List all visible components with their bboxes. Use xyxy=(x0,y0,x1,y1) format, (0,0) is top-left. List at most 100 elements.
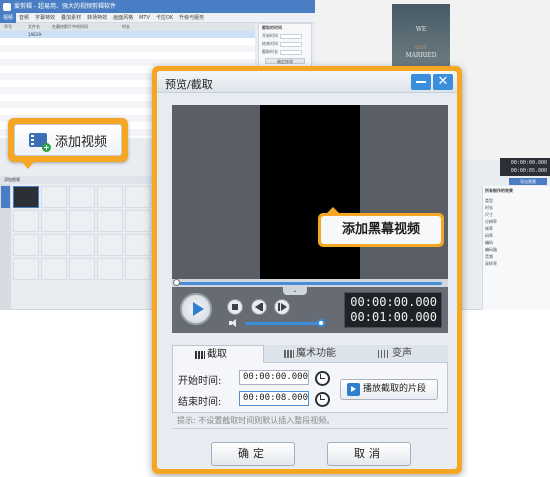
dialog-tabs: 截取 魔术功能 变声 xyxy=(172,345,448,363)
panel-start-field[interactable] xyxy=(280,33,302,39)
app-logo-icon xyxy=(3,2,11,11)
poster-text-married: MARRIED xyxy=(405,52,437,59)
thumbnail-item[interactable] xyxy=(125,210,151,232)
thumbnail-item[interactable] xyxy=(13,258,39,280)
video-preview-screen[interactable] xyxy=(172,105,448,279)
cancel-button[interactable]: 取消 xyxy=(327,442,411,466)
menu-item-style[interactable]: 画面风格 xyxy=(110,13,136,23)
thumbnail-item[interactable] xyxy=(125,186,151,208)
properties-panel: 所有制作的效果 类型 时长 尺寸 分辨率 帧率 码率 编码 编码器 音频 采样率 xyxy=(482,186,550,310)
properties-title: 所有制作的效果 xyxy=(485,188,513,193)
thumbnail-item[interactable] xyxy=(69,234,95,256)
add-video-button[interactable]: 添加视频 xyxy=(14,124,122,156)
preview-capture-dialog: 预览/截取 ✕ 00:00:00.000 00:01:00.000 ⌄ 截取 魔… xyxy=(157,71,457,469)
progress-bar[interactable] xyxy=(172,279,448,287)
chevron-down-icon: ⌄ xyxy=(292,287,298,294)
thumbnail-item[interactable] xyxy=(41,186,67,208)
menu-item-mtv[interactable]: MTV xyxy=(136,13,153,23)
thumb-toolbar-add-video[interactable]: 添加视频 xyxy=(0,176,160,184)
film-icon xyxy=(195,351,205,359)
menu-item-audio[interactable]: 音频 xyxy=(16,13,32,23)
thumbnail-item[interactable] xyxy=(97,210,123,232)
thumbnail-item[interactable] xyxy=(69,186,95,208)
menu-item-overlay[interactable]: 叠加素材 xyxy=(58,13,84,23)
progress-track[interactable] xyxy=(176,282,442,285)
property-row: 类型 xyxy=(485,198,493,203)
dialog-highlight-frame: 预览/截取 ✕ 00:00:00.000 00:01:00.000 ⌄ 截取 魔… xyxy=(152,66,462,474)
collapse-panel-button[interactable]: ⌄ xyxy=(283,287,307,295)
preview-time-display: 00:00:00.000 00:00:05.000 xyxy=(500,158,550,176)
property-row: 时长 xyxy=(485,205,493,210)
panel-duration-field[interactable] xyxy=(280,49,302,55)
thumbnail-item[interactable] xyxy=(125,234,151,256)
playback-controls: 00:00:00.000 00:01:00.000 xyxy=(172,287,448,333)
thumbnail-item[interactable] xyxy=(41,210,67,232)
ok-button[interactable]: 确定 xyxy=(211,442,295,466)
add-video-callout: 添加视频 xyxy=(8,118,128,169)
black-video-frame xyxy=(260,105,360,279)
property-row: 码率 xyxy=(485,233,493,238)
dialog-titlebar[interactable]: 预览/截取 ✕ xyxy=(157,71,457,93)
property-row: 分辨率 xyxy=(485,219,497,224)
thumbnail-item[interactable] xyxy=(97,258,123,280)
tab-capture[interactable]: 截取 xyxy=(172,345,264,363)
start-time-input[interactable]: 00:00:00.000 xyxy=(239,370,309,385)
property-row: 编码器 xyxy=(485,247,497,252)
previous-frame-button[interactable] xyxy=(251,299,267,315)
volume-icon[interactable] xyxy=(229,319,239,327)
thumbnail-item[interactable] xyxy=(97,186,123,208)
play-clip-button[interactable]: 播放截取的片段 xyxy=(340,379,438,400)
menu-item-video[interactable]: 视频 xyxy=(0,13,17,23)
tab-capture-label: 截取 xyxy=(207,349,227,360)
thumbnail-item[interactable] xyxy=(69,258,95,280)
menu-item-upgrade[interactable]: 升级与服务 xyxy=(176,13,207,23)
end-clock-icon[interactable] xyxy=(313,391,330,407)
panel-row-duration: 截取时长 xyxy=(259,48,311,56)
col-filename: 文件名 xyxy=(28,24,40,29)
add-black-video-label: 添加黑幕视频 xyxy=(321,216,441,244)
total-time: 00:01:00.000 xyxy=(350,310,437,324)
tab-magic[interactable]: 魔术功能 xyxy=(264,345,356,363)
panel-row-start: 开始时间 xyxy=(259,32,311,40)
stop-button[interactable] xyxy=(227,299,243,315)
thumbnail-item[interactable] xyxy=(97,234,123,256)
thumbnail-item[interactable] xyxy=(13,186,39,208)
thumb-sidebar-tab[interactable] xyxy=(1,186,10,208)
col-duration: 时长 xyxy=(122,24,130,29)
tab-voice[interactable]: 变声 xyxy=(356,345,448,363)
volume-knob[interactable] xyxy=(317,319,325,327)
close-button[interactable]: ✕ xyxy=(433,74,453,90)
current-time: 00:00:00.000 xyxy=(350,295,437,309)
thumbnail-item[interactable] xyxy=(41,234,67,256)
menu-item-transition[interactable]: 转场特效 xyxy=(84,13,110,23)
play-icon xyxy=(347,383,360,396)
end-time-input[interactable]: 00:00:08.000 xyxy=(239,391,309,406)
export-video-button[interactable]: 导出视频 xyxy=(509,178,547,185)
thumbnail-item[interactable] xyxy=(13,210,39,232)
time-display: 00:00:00.000 00:01:00.000 xyxy=(344,292,442,328)
next-frame-button[interactable] xyxy=(274,299,290,315)
divider xyxy=(172,428,448,429)
add-black-video-callout: 添加黑幕视频 xyxy=(318,207,444,247)
add-video-icon xyxy=(29,133,51,152)
film-icon xyxy=(284,350,294,358)
minimize-button[interactable] xyxy=(411,74,431,90)
progress-knob[interactable] xyxy=(173,279,180,286)
thumbnail-item[interactable] xyxy=(69,210,95,232)
property-row: 尺寸 xyxy=(485,212,493,217)
tab-voice-label: 变声 xyxy=(392,348,412,359)
start-clock-icon[interactable] xyxy=(313,370,330,386)
thumbnail-item[interactable] xyxy=(125,258,151,280)
property-row: 帧率 xyxy=(485,226,493,231)
confirm-edit-button[interactable]: 确定修改 xyxy=(265,58,305,64)
thumbnail-item[interactable] xyxy=(13,234,39,256)
volume-slider[interactable] xyxy=(245,322,321,325)
panel-end-field[interactable] xyxy=(280,41,302,47)
thumbnail-item[interactable] xyxy=(41,258,67,280)
play-button[interactable] xyxy=(180,293,212,325)
menu-item-subtitle[interactable]: 字幕特效 xyxy=(32,13,58,23)
table-row[interactable]: 011AE19-7066...00:00:00.00000:00:08.000 xyxy=(0,31,255,44)
add-video-label: 添加视频 xyxy=(55,134,108,150)
menu-item-karaoke[interactable]: 卡拉OK xyxy=(153,13,176,23)
close-icon: ✕ xyxy=(437,74,449,89)
